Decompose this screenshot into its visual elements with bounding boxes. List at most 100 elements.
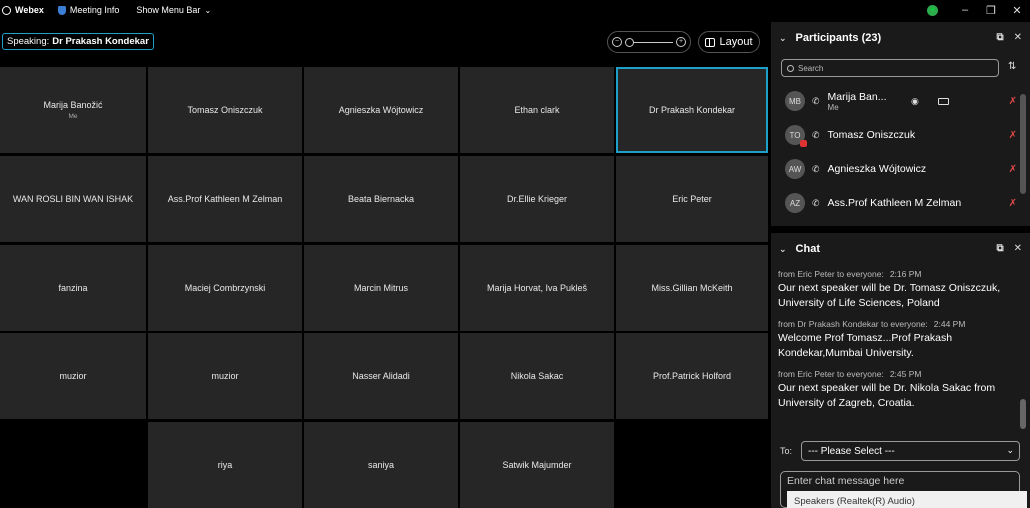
participant-row[interactable]: AW ✆ Agnieszka Wójtowicz ✗	[771, 152, 1019, 186]
zoom-out-icon[interactable]: −	[612, 37, 622, 47]
avatar: TO	[785, 125, 807, 147]
participant-row[interactable]: TO ✆ Tomasz Oniszczuk ✗	[771, 118, 1019, 152]
video-tile[interactable]: Nikola Sakac	[460, 333, 614, 419]
participant-name-block: Marija Ban... Me	[828, 91, 887, 112]
tile-name: Ass.Prof Kathleen M Zelman	[167, 194, 283, 204]
network-status-icon[interactable]: ●	[927, 4, 938, 16]
chat-title: Chat	[795, 243, 820, 255]
chat-scroll-thumb[interactable]	[1020, 399, 1026, 429]
chat-message: from Dr Prakash Kondekar to everyone: 2:4…	[778, 319, 1018, 361]
participant-name: Tomasz Oniszczuk	[827, 129, 916, 141]
video-tile[interactable]: Marija Horvat, Iva Pukleš	[460, 245, 614, 331]
video-tile[interactable]: fanzina	[0, 245, 146, 331]
tile-name: Prof.Patrick Holford	[652, 371, 732, 381]
video-tile[interactable]: Ass.Prof Kathleen M Zelman	[148, 156, 302, 242]
meeting-info-button[interactable]: Meeting Info	[57, 5, 120, 15]
restore-button[interactable]: ❐	[978, 4, 1004, 17]
video-tile[interactable]: Beata Biernacka	[304, 156, 458, 242]
recipient-value: --- Please Select ---	[808, 445, 895, 457]
video-tile[interactable]: Prof.Patrick Holford	[616, 333, 768, 419]
video-tile[interactable]: Agnieszka Wójtowicz	[304, 67, 458, 153]
message-text: Our next speaker will be Dr. Tomasz Onis…	[778, 282, 1001, 309]
minimize-button[interactable]: –	[952, 4, 978, 16]
message-time: 2:44 PM	[933, 319, 966, 329]
video-tile[interactable]: Satwik Majumder	[460, 422, 614, 508]
video-tile[interactable]: Marija Banožić Me	[0, 67, 146, 153]
recipient-select[interactable]: --- Please Select --- ⌄	[801, 441, 1020, 461]
video-tile[interactable]: muzior	[148, 333, 302, 419]
close-icon[interactable]: ✕	[1014, 243, 1022, 254]
participants-scroll-thumb[interactable]	[1020, 94, 1026, 194]
zoom-slider[interactable]: − +	[607, 31, 691, 53]
participants-scrollbar[interactable]	[1019, 84, 1027, 219]
message-time: 2:45 PM	[889, 369, 922, 379]
audio-connection-icon: ✆	[812, 163, 820, 174]
tile-name: fanzina	[58, 283, 88, 293]
audio-tooltip: Speakers (Realtek(R) Audio)	[787, 491, 1027, 508]
video-tile[interactable]: riya	[148, 422, 302, 508]
participant-name-block: Tomasz Oniszczuk	[828, 129, 916, 141]
title-bar: Webex Meeting Info Show Menu Bar ⌄ ● – ❐…	[0, 0, 1030, 20]
participant-search-input[interactable]: Search	[781, 59, 999, 77]
participant-name: Agnieszka Wójtowicz	[827, 163, 927, 175]
chat-scrollbar[interactable]	[1019, 269, 1027, 439]
tile-name: Miss.Gillian McKeith	[651, 283, 733, 293]
participant-name: Marija Ban...	[827, 90, 887, 103]
message-text: Our next speaker will be Dr. Nikola Saka…	[778, 382, 996, 409]
tile-name: Beata Biernacka	[347, 194, 415, 204]
avatar-initials: TO	[789, 130, 801, 140]
participant-row[interactable]: AZ ✆ Ass.Prof Kathleen M Zelman ✗	[771, 186, 1019, 220]
zoom-track[interactable]	[625, 37, 673, 47]
sort-icon[interactable]: ⇅	[1008, 61, 1016, 72]
app-brand: Webex	[2, 5, 44, 15]
video-tile[interactable]: saniya	[304, 422, 458, 508]
message-sender: from Eric Peter to everyone:	[778, 269, 884, 279]
popout-icon[interactable]: ⧉	[996, 32, 1003, 43]
tile-name: Marcin Mitrus	[353, 283, 408, 293]
muted-mic-icon[interactable]: ✗	[1009, 96, 1017, 107]
tile-name: Ethan clark	[514, 105, 560, 115]
zoom-in-icon[interactable]: +	[676, 37, 686, 47]
tile-name: Nasser Alidadi	[352, 371, 410, 381]
show-menu-bar-label: Show Menu Bar	[136, 5, 201, 15]
collapse-chevron-icon[interactable]: ⌄	[779, 244, 787, 255]
close-icon[interactable]: ✕	[1014, 32, 1022, 43]
avatar: AW	[785, 159, 805, 179]
speaking-indicator: Speaking: Dr Prakash Kondekar	[2, 33, 154, 50]
participant-name: Ass.Prof Kathleen M Zelman	[827, 197, 962, 209]
layout-button[interactable]: Layout	[698, 31, 760, 53]
video-tile[interactable]: Eric Peter	[616, 156, 768, 242]
layout-label: Layout	[719, 36, 753, 48]
muted-mic-icon[interactable]: ✗	[1009, 164, 1017, 175]
video-tile[interactable]: muzior	[0, 333, 146, 419]
tooltip-text: Speakers (Realtek(R) Audio)	[794, 496, 915, 507]
speaking-label: Speaking:	[7, 36, 50, 47]
close-window-button[interactable]: ✕	[1004, 4, 1030, 17]
tile-name: Marija Banožić	[43, 100, 103, 110]
muted-mic-icon[interactable]: ✗	[1009, 198, 1017, 209]
video-tile[interactable]: Miss.Gillian McKeith	[616, 245, 768, 331]
video-tile[interactable]: WAN ROSLI BIN WAN ISHAK	[0, 156, 146, 242]
participants-header: ⌄ Participants (23) ⧉ ✕	[771, 22, 1030, 54]
show-menu-bar-button[interactable]: Show Menu Bar ⌄	[136, 5, 211, 15]
popout-icon[interactable]: ⧉	[996, 243, 1003, 254]
video-tile[interactable]: Maciej Combrzynski	[148, 245, 302, 331]
muted-mic-icon[interactable]: ✗	[1009, 130, 1017, 141]
speaking-name: Dr Prakash Kondekar	[52, 36, 149, 47]
tile-subtitle: Me	[68, 113, 78, 120]
message-sender: from Dr Prakash Kondekar to everyone:	[778, 319, 928, 329]
tile-name: Marija Horvat, Iva Pukleš	[486, 283, 588, 293]
video-tile[interactable]: Tomasz Oniszczuk	[148, 67, 302, 153]
video-tile[interactable]: Marcin Mitrus	[304, 245, 458, 331]
video-tile[interactable]: Ethan clark	[460, 67, 614, 153]
video-tile[interactable]: Dr.Ellie Krieger	[460, 156, 614, 242]
video-grid: Marija Banožić Me Tomasz Oniszczuk Agnieszk…	[0, 67, 770, 508]
participant-row[interactable]: MB ✆ Marija Ban... Me ◉ ✗	[771, 84, 1019, 118]
collapse-chevron-icon[interactable]: ⌄	[779, 33, 787, 44]
chat-message: from Eric Peter to everyone: 2:16 PM Our n…	[778, 269, 1018, 311]
video-tile[interactable]: Dr Prakash Kondekar	[616, 67, 768, 153]
meeting-info-label: Meeting Info	[69, 5, 120, 15]
zoom-knob[interactable]	[625, 37, 634, 47]
video-tile[interactable]: Nasser Alidadi	[304, 333, 458, 419]
tile-name: riya	[217, 460, 233, 470]
